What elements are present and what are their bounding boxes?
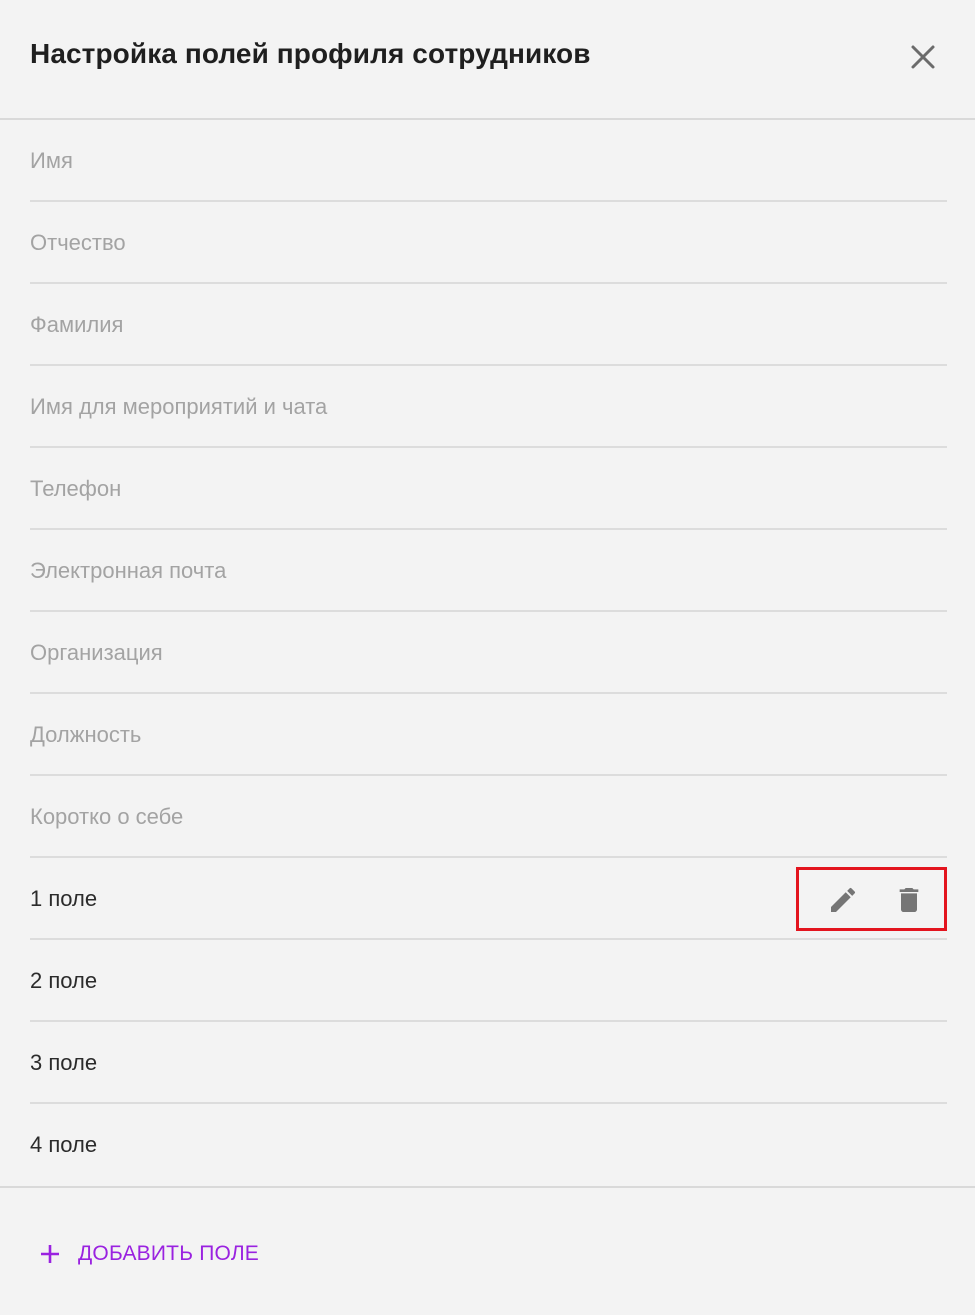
- add-field-button[interactable]: ДОБАВИТЬ ПОЛЕ: [38, 1236, 259, 1272]
- field-label: 4 поле: [30, 1132, 98, 1157]
- field-row-last-name: Фамилия: [30, 284, 947, 366]
- field-row-first-name: Имя: [30, 120, 947, 202]
- field-row-organization: Организация: [30, 612, 947, 694]
- field-label: Отчество: [30, 230, 126, 255]
- field-row-about: Коротко о себе: [30, 776, 947, 858]
- field-row-patronymic: Отчество: [30, 202, 947, 284]
- field-label: Коротко о себе: [30, 804, 184, 829]
- field-label: Имя для мероприятий и чата: [30, 394, 328, 419]
- field-label: Организация: [30, 640, 163, 665]
- field-row-display-name: Имя для мероприятий и чата: [30, 366, 947, 448]
- field-label: Должность: [30, 722, 142, 747]
- edit-field-button[interactable]: [827, 884, 859, 916]
- pencil-icon: [831, 887, 856, 912]
- field-label: 1 поле: [30, 886, 98, 911]
- fields-list: Имя Отчество Фамилия Имя для мероприятий…: [30, 120, 947, 1186]
- field-label: 2 поле: [30, 968, 98, 993]
- profile-fields-dialog: Настройка полей профиля сотрудников Имя …: [0, 0, 975, 1315]
- field-label: Фамилия: [30, 312, 124, 337]
- field-row-email: Электронная почта: [30, 530, 947, 612]
- field-row-custom-4[interactable]: 4 поле: [30, 1104, 947, 1186]
- field-row-custom-1[interactable]: 1 поле: [30, 858, 947, 940]
- field-actions-highlight: [796, 867, 947, 931]
- field-label: 3 поле: [30, 1050, 98, 1075]
- delete-field-button[interactable]: [893, 884, 925, 916]
- field-row-phone: Телефон: [30, 448, 947, 530]
- field-row-custom-2[interactable]: 2 поле: [30, 940, 947, 1022]
- trash-icon: [899, 888, 919, 912]
- add-field-label: ДОБАВИТЬ ПОЛЕ: [78, 1242, 260, 1265]
- dialog-header: Настройка полей профиля сотрудников: [0, 0, 975, 120]
- plus-icon: [41, 1245, 59, 1263]
- footer-divider: [0, 1186, 975, 1188]
- dialog-title: Настройка полей профиля сотрудников: [30, 38, 591, 69]
- close-button[interactable]: [906, 40, 940, 74]
- field-label: Имя: [30, 148, 73, 173]
- field-row-custom-3[interactable]: 3 поле: [30, 1022, 947, 1104]
- field-label: Телефон: [30, 476, 122, 501]
- field-row-position: Должность: [30, 694, 947, 776]
- close-icon: [911, 45, 935, 69]
- field-label: Электронная почта: [30, 558, 227, 583]
